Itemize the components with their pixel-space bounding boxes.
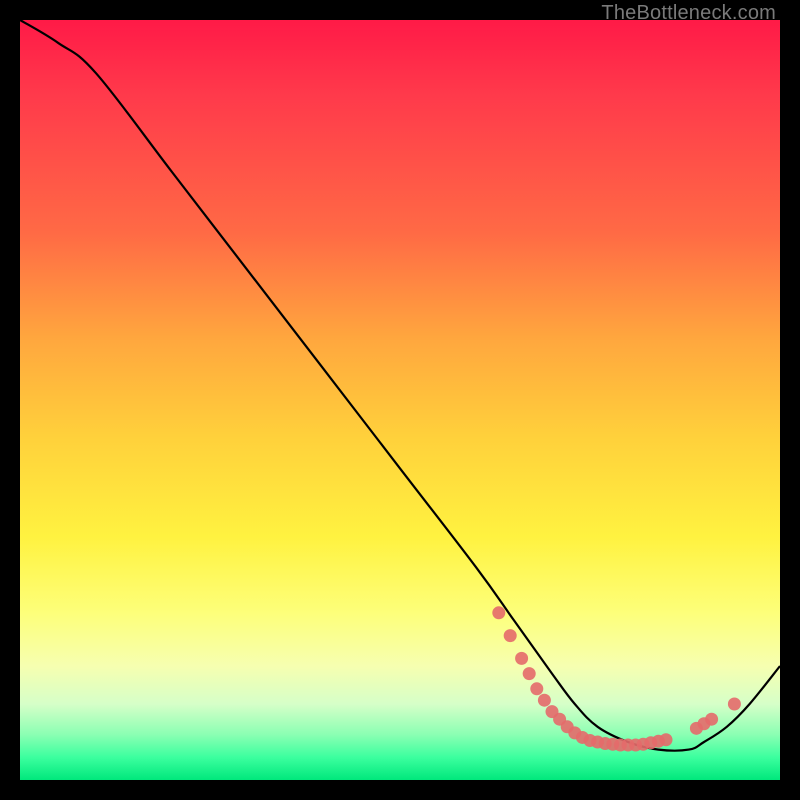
- data-marker: [523, 667, 536, 680]
- data-marker: [530, 682, 543, 695]
- data-markers: [492, 606, 741, 751]
- bottleneck-curve: [20, 20, 780, 751]
- chart-svg: [20, 20, 780, 780]
- data-marker: [515, 652, 528, 665]
- data-marker: [705, 713, 718, 726]
- data-marker: [504, 629, 517, 642]
- data-marker: [728, 698, 741, 711]
- chart-frame: TheBottleneck.com: [20, 20, 780, 780]
- data-marker: [660, 733, 673, 746]
- data-marker: [492, 606, 505, 619]
- data-marker: [538, 694, 551, 707]
